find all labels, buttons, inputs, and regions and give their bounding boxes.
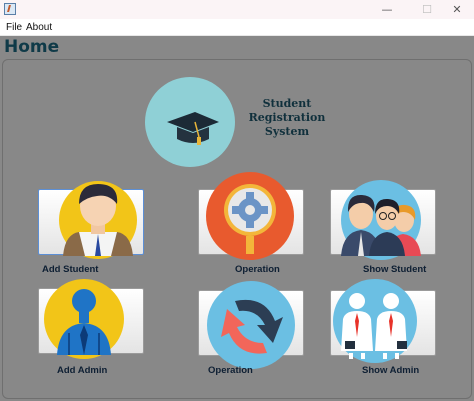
system-title-line-3: System: [264, 125, 310, 138]
operation-button[interactable]: [198, 172, 304, 260]
add-admin-button[interactable]: [38, 279, 144, 359]
admin-icon: [44, 279, 124, 359]
tile-label-show-admin: Show Admin: [362, 365, 420, 376]
maximize-button[interactable]: ☐: [410, 0, 444, 19]
system-title: Student Registration System: [243, 97, 331, 139]
show-admin-button[interactable]: [330, 279, 436, 363]
minimize-button[interactable]: —: [370, 0, 404, 19]
admins-group-icon: [333, 279, 417, 363]
tile-label-operation-1: Operation: [235, 264, 280, 275]
graduation-cap-icon: [167, 112, 219, 145]
title-bar: — ☐ ✕: [0, 0, 474, 19]
close-button[interactable]: ✕: [440, 0, 474, 19]
tile-label-operation-2: Operation: [208, 365, 253, 376]
student-icon: [59, 181, 137, 259]
java-app-icon: [4, 3, 16, 15]
students-group-icon: [341, 180, 421, 260]
tile-label-add-admin: Add Admin: [57, 365, 108, 376]
menu-file[interactable]: File: [6, 22, 22, 33]
gear-magnifier-icon: [206, 172, 294, 260]
system-title-line-2: Registration: [248, 111, 326, 124]
page-title: Home: [4, 37, 60, 57]
operation-arrows-button[interactable]: [198, 281, 304, 369]
menu-bar: File About: [0, 19, 474, 36]
show-student-button[interactable]: [330, 180, 436, 260]
system-title-line-1: Student: [262, 97, 312, 110]
menu-about[interactable]: About: [26, 22, 52, 33]
tile-label-add-student: Add Student: [42, 264, 99, 275]
logo-circle: [145, 77, 235, 167]
cycle-arrows-icon: [207, 281, 295, 369]
add-student-button[interactable]: [38, 181, 144, 259]
tile-label-show-student: Show Student: [363, 264, 427, 275]
